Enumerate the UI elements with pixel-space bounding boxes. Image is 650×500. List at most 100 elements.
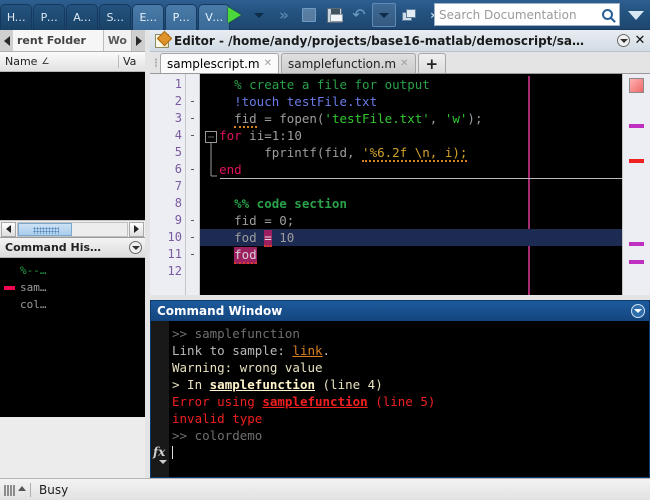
line-number: 10 xyxy=(167,230,182,244)
command-input-line[interactable] xyxy=(172,444,649,461)
ribbon-tab-home[interactable]: H… xyxy=(0,4,32,30)
page-title: Editor - /home/andy/projects/base16-matl… xyxy=(174,33,585,48)
search-documentation-input[interactable]: Search Documentation xyxy=(434,3,620,26)
ribbon-tab-plots[interactable]: P… xyxy=(33,4,65,30)
undo-button[interactable]: ↶ xyxy=(347,3,371,27)
code-line[interactable] xyxy=(200,178,622,195)
ribbon-tab-editor[interactable]: E… xyxy=(132,4,164,30)
search-placeholder: Search Documentation xyxy=(439,7,577,22)
close-icon[interactable]: ✕ xyxy=(400,58,408,69)
breakpoint-slot[interactable] xyxy=(186,195,199,212)
close-icon[interactable]: ✕ xyxy=(633,33,647,48)
tab-samplescript[interactable]: samplescript.m ✕ xyxy=(160,53,279,73)
resize-grip-icon[interactable] xyxy=(4,484,15,496)
ribbon-tab-label: A… xyxy=(73,11,91,24)
new-tab-button[interactable]: + xyxy=(417,53,447,73)
breakpoint-slot[interactable]: - xyxy=(186,93,199,110)
code-line[interactable]: fprintf(fid, '%6.2f \n, i); xyxy=(200,144,622,162)
scroll-tabs-right-button[interactable] xyxy=(132,30,145,51)
column-header-value[interactable]: Va xyxy=(119,55,145,68)
line-number: 5 xyxy=(174,145,182,159)
code-line[interactable]: fid = 0; xyxy=(200,212,622,229)
code-line[interactable] xyxy=(200,263,622,280)
sidebar-item-current-folder[interactable]: rent Folder xyxy=(13,30,104,51)
panel-menu-icon[interactable] xyxy=(617,34,630,47)
sidebar-item-workspace[interactable]: Wo xyxy=(103,30,132,51)
code-line[interactable]: fod = 10 xyxy=(200,229,622,247)
column-header-name[interactable]: Name ∠ xyxy=(0,55,119,68)
panel-menu-icon[interactable] xyxy=(631,304,645,318)
layout-button[interactable] xyxy=(397,3,421,27)
warning-mark[interactable] xyxy=(629,124,644,128)
error-indicator-icon[interactable] xyxy=(629,78,644,93)
close-icon[interactable]: ✕ xyxy=(264,58,272,69)
code-line[interactable]: % create a file for output xyxy=(200,76,622,93)
ribbon-tab-label: E… xyxy=(139,11,157,24)
line-number: 6 xyxy=(174,162,182,176)
fx-icon[interactable]: fx xyxy=(153,445,168,464)
breakpoint-slot[interactable]: - xyxy=(186,212,199,229)
code-line[interactable]: !touch testFile.txt xyxy=(200,93,622,110)
code-line[interactable]: for ii=1:10 xyxy=(200,127,622,144)
command-window-output[interactable]: >> samplefunction Link to sample: link. Wa… xyxy=(169,321,649,477)
code-line[interactable]: fid = fopen('testFile.txt', 'w'); xyxy=(200,110,622,128)
command-history-list[interactable]: %--… sam… col… xyxy=(0,258,145,384)
breakpoint-slot[interactable] xyxy=(186,76,199,93)
undo-options-button[interactable] xyxy=(372,3,396,27)
code-token: end xyxy=(219,162,242,177)
run-button[interactable] xyxy=(222,3,246,27)
run-and-advance-button[interactable]: » xyxy=(272,3,296,27)
tabstrip-grip-icon[interactable] xyxy=(152,53,160,73)
scroll-track[interactable] xyxy=(17,221,128,237)
scroll-thumb[interactable] xyxy=(18,222,72,236)
code-editor-area: 1 2 3 4 5 6 7 8 9 10 11 12 ------- % create a file … xyxy=(150,74,650,295)
chevron-right-icon xyxy=(134,225,139,233)
ribbon-tab-apps[interactable]: A… xyxy=(66,4,98,30)
breakpoint-slot[interactable]: - xyxy=(186,246,199,263)
ribbon-tab-shortcuts[interactable]: S… xyxy=(99,4,131,30)
code-line[interactable]: %% code section xyxy=(200,195,622,212)
breakpoint-slot[interactable] xyxy=(186,144,199,161)
status-caret-icon[interactable] xyxy=(18,486,26,491)
panel-menu-icon[interactable] xyxy=(129,241,142,254)
editor-minimap[interactable] xyxy=(622,74,650,295)
list-item[interactable]: %--… xyxy=(0,262,145,279)
stop-button[interactable] xyxy=(297,3,321,27)
scroll-tabs-left-button[interactable] xyxy=(0,30,13,51)
expand-ribbon-button[interactable] xyxy=(626,6,646,24)
tab-samplefunction[interactable]: samplefunction.m ✕ xyxy=(280,53,416,73)
breakpoint-slot[interactable]: - xyxy=(186,127,199,144)
matlab-window: H… P… A… S… E… P… V… » ↶ » Search Docume… xyxy=(0,0,650,500)
scroll-right-button[interactable] xyxy=(129,221,144,237)
code-line[interactable]: fod xyxy=(200,246,622,264)
breakpoint-slot[interactable]: - xyxy=(186,161,199,178)
breakpoint-gutter[interactable]: ------- xyxy=(186,74,200,295)
output-token: invalid type xyxy=(172,411,263,426)
hyperlink[interactable]: link xyxy=(292,343,322,358)
code-line[interactable]: end xyxy=(200,161,622,178)
error-mark[interactable] xyxy=(629,159,644,163)
warning-mark[interactable] xyxy=(629,242,644,246)
scroll-left-button[interactable] xyxy=(1,221,16,237)
command-window-body[interactable]: fx >> samplefunction Link to sample: link… xyxy=(151,321,649,477)
undo-arrow-icon: ↶ xyxy=(352,5,366,24)
list-item[interactable]: sam… xyxy=(0,279,145,296)
workspace-table-body[interactable] xyxy=(0,72,145,220)
code-token: , xyxy=(429,111,445,126)
workspace-horizontal-scrollbar[interactable] xyxy=(0,220,145,237)
breakpoint-slot[interactable] xyxy=(186,178,199,195)
save-button[interactable] xyxy=(322,3,346,27)
warning-mark[interactable] xyxy=(629,260,644,264)
code-token: 'testFile.txt' xyxy=(324,111,430,126)
play-icon xyxy=(227,7,241,23)
breakpoint-slot[interactable]: - xyxy=(186,110,199,127)
ribbon-tab-publish[interactable]: P… xyxy=(165,4,197,30)
code-text-area[interactable]: % create a file for output !touch testFi… xyxy=(200,74,622,295)
run-options-button[interactable] xyxy=(247,3,271,27)
breakpoint-slot[interactable] xyxy=(186,263,199,280)
breakpoint-slot[interactable]: - xyxy=(186,229,199,246)
output-token: samplefunction xyxy=(194,326,300,341)
list-item[interactable]: col… xyxy=(0,296,145,313)
status-text: Busy xyxy=(39,482,69,497)
